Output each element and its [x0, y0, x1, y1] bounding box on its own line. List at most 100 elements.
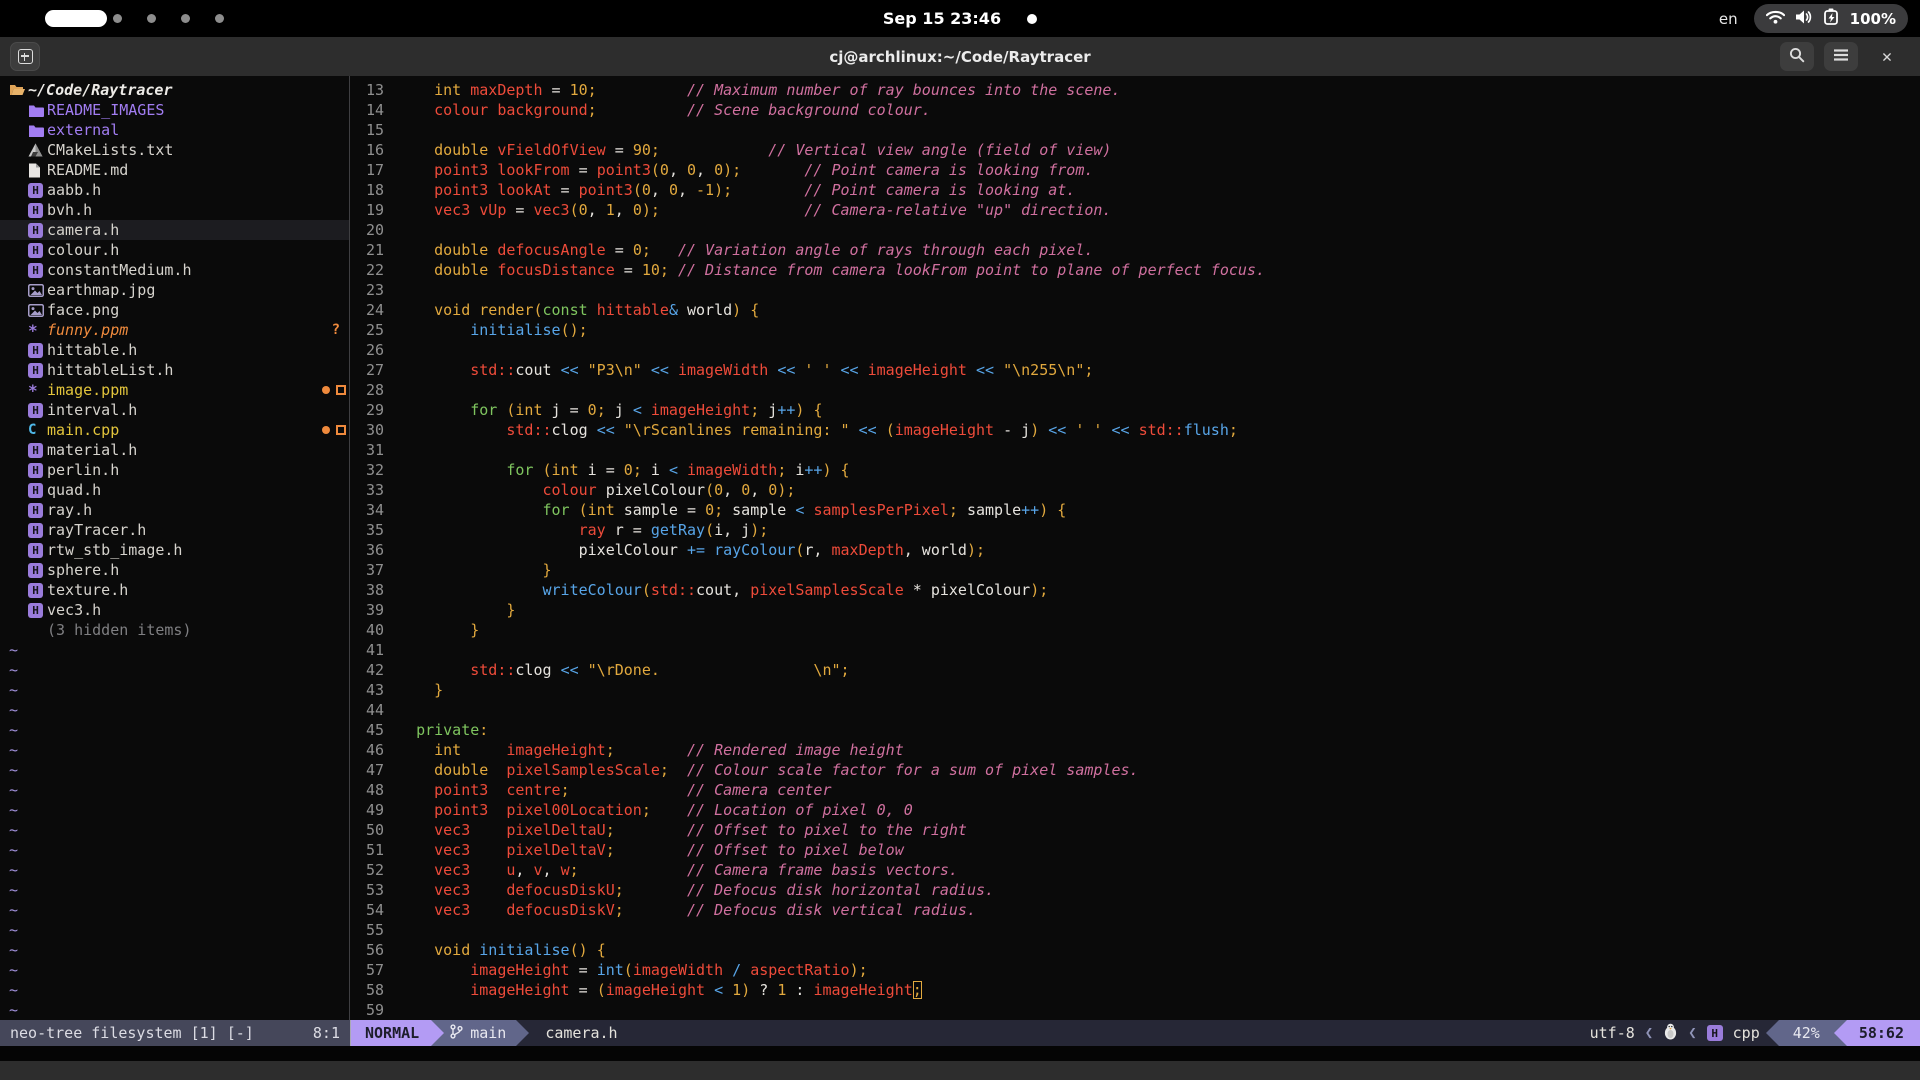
tree-item-external[interactable]: external [0, 120, 349, 140]
tree-item-perlin-h[interactable]: Hperlin.h [0, 460, 349, 480]
code-line-35[interactable]: 35 ray r = getRay(i, j); [350, 520, 1920, 540]
code-editor[interactable]: 13 int maxDepth = 10; // Maximum number … [350, 76, 1920, 1020]
tree-item-constantmedium-h[interactable]: HconstantMedium.h [0, 260, 349, 280]
tree-item-camera-h[interactable]: Hcamera.h [0, 220, 349, 240]
code-line-14[interactable]: 14 colour background; // Scene backgroun… [350, 100, 1920, 120]
tree-item-raytracer-h[interactable]: HrayTracer.h [0, 520, 349, 540]
tree-item-aabb-h[interactable]: Haabb.h [0, 180, 349, 200]
code-line-13[interactable]: 13 int maxDepth = 10; // Maximum number … [350, 80, 1920, 100]
code-line-48[interactable]: 48 point3 centre; // Camera center [350, 780, 1920, 800]
keyboard-layout-indicator[interactable]: en [1719, 10, 1738, 28]
menu-button[interactable] [1824, 42, 1858, 71]
h-file-icon: H [28, 343, 43, 358]
code-line-45[interactable]: 45 private: [350, 720, 1920, 740]
code-line-42[interactable]: 42 std::clog << "\rDone. \n"; [350, 660, 1920, 680]
tree-item--code-raytracer[interactable]: ~/Code/Raytracer [0, 80, 349, 100]
ppm-file-icon: * [28, 381, 47, 400]
code-line-41[interactable]: 41 [350, 640, 1920, 660]
code-line-57[interactable]: 57 imageHeight = int(imageWidth / aspect… [350, 960, 1920, 980]
code-line-47[interactable]: 47 double pixelSamplesScale; // Colour s… [350, 760, 1920, 780]
close-button[interactable]: ✕ [1872, 42, 1902, 71]
tree-item-image-ppm[interactable]: *image.ppm [0, 380, 349, 400]
code-line-38[interactable]: 38 writeColour(std::cout, pixelSamplesSc… [350, 580, 1920, 600]
code-line-55[interactable]: 55 [350, 920, 1920, 940]
code-line-16[interactable]: 16 double vFieldOfView = 90; // Vertical… [350, 140, 1920, 160]
clock[interactable]: Sep 15 23:46 [883, 9, 1001, 28]
code-line-49[interactable]: 49 point3 pixel00Location; // Location o… [350, 800, 1920, 820]
code-line-59[interactable]: 59 [350, 1000, 1920, 1020]
code-line-44[interactable]: 44 [350, 700, 1920, 720]
tree-item--3-hidden-items-[interactable]: (3 hidden items) [0, 620, 349, 640]
code-line-33[interactable]: 33 colour pixelColour(0, 0, 0); [350, 480, 1920, 500]
tree-item-cmakelists-txt[interactable]: CMakeLists.txt [0, 140, 349, 160]
code-line-17[interactable]: 17 point3 lookFrom = point3(0, 0, 0); //… [350, 160, 1920, 180]
code-line-54[interactable]: 54 vec3 defocusDiskV; // Defocus disk ve… [350, 900, 1920, 920]
code-line-text: int maxDepth = 10; // Maximum number of … [398, 80, 1120, 100]
tree-item-texture-h[interactable]: Htexture.h [0, 580, 349, 600]
tree-item-hittable-h[interactable]: Hhittable.h [0, 340, 349, 360]
code-line-20[interactable]: 20 [350, 220, 1920, 240]
code-line-31[interactable]: 31 [350, 440, 1920, 460]
code-line-53[interactable]: 53 vec3 defocusDiskU; // Defocus disk ho… [350, 880, 1920, 900]
search-button[interactable] [1780, 42, 1814, 71]
code-line-29[interactable]: 29 for (int j = 0; j < imageHeight; j++)… [350, 400, 1920, 420]
tree-item-earthmap-jpg[interactable]: earthmap.jpg [0, 280, 349, 300]
notification-dot-icon[interactable] [1027, 14, 1037, 24]
code-line-32[interactable]: 32 for (int i = 0; i < imageWidth; i++) … [350, 460, 1920, 480]
code-line-46[interactable]: 46 int imageHeight; // Rendered image he… [350, 740, 1920, 760]
tree-item-face-png[interactable]: face.png [0, 300, 349, 320]
line-number: 50 [350, 820, 384, 840]
code-line-37[interactable]: 37 } [350, 560, 1920, 580]
code-line-34[interactable]: 34 for (int sample = 0; sample < samples… [350, 500, 1920, 520]
tree-item-interval-h[interactable]: Hinterval.h [0, 400, 349, 420]
tree-item-quad-h[interactable]: Hquad.h [0, 480, 349, 500]
h-file-icon: H [28, 183, 47, 198]
line-number: 33 [350, 480, 384, 500]
code-line-56[interactable]: 56 void initialise() { [350, 940, 1920, 960]
tree-item-hittablelist-h[interactable]: HhittableList.h [0, 360, 349, 380]
tree-item-sphere-h[interactable]: Hsphere.h [0, 560, 349, 580]
search-icon [1789, 47, 1805, 67]
command-line[interactable] [0, 1046, 1920, 1061]
code-line-18[interactable]: 18 point3 lookAt = point3(0, 0, -1); // … [350, 180, 1920, 200]
h-file-icon: H [28, 243, 43, 258]
code-line-36[interactable]: 36 pixelColour += rayColour(r, maxDepth,… [350, 540, 1920, 560]
tree-item-main-cpp[interactable]: Cmain.cpp [0, 420, 349, 440]
code-line-58[interactable]: 58 imageHeight = (imageHeight < 1) ? 1 :… [350, 980, 1920, 1000]
code-line-30[interactable]: 30 std::clog << "\rScanlines remaining: … [350, 420, 1920, 440]
tree-item-material-h[interactable]: Hmaterial.h [0, 440, 349, 460]
tree-item-bvh-h[interactable]: Hbvh.h [0, 200, 349, 220]
code-line-26[interactable]: 26 [350, 340, 1920, 360]
code-line-39[interactable]: 39 } [350, 600, 1920, 620]
tree-item-label: sphere.h [47, 561, 119, 579]
code-line-28[interactable]: 28 [350, 380, 1920, 400]
code-line-27[interactable]: 27 std::cout << "P3\n" << imageWidth << … [350, 360, 1920, 380]
code-line-24[interactable]: 24 void render(const hittable& world) { [350, 300, 1920, 320]
tree-item-ray-h[interactable]: Hray.h [0, 500, 349, 520]
code-line-43[interactable]: 43 } [350, 680, 1920, 700]
git-branch-segment[interactable]: main [444, 1020, 516, 1046]
code-line-23[interactable]: 23 [350, 280, 1920, 300]
tree-item-colour-h[interactable]: Hcolour.h [0, 240, 349, 260]
code-line-19[interactable]: 19 vec3 vUp = vec3(0, 1, 0); // Camera-r… [350, 200, 1920, 220]
code-line-21[interactable]: 21 double defocusAngle = 0; // Variation… [350, 240, 1920, 260]
code-line-40[interactable]: 40 } [350, 620, 1920, 640]
h-file-icon: H [28, 443, 43, 458]
tree-item-rtw-stb-image-h[interactable]: Hrtw_stb_image.h [0, 540, 349, 560]
tree-item-vec3-h[interactable]: Hvec3.h [0, 600, 349, 620]
tree-item-readme-images[interactable]: README_IMAGES [0, 100, 349, 120]
cursor: ; [913, 981, 922, 999]
system-tray[interactable]: 100% [1754, 4, 1908, 33]
tree-item-funny-ppm[interactable]: *funny.ppm? [0, 320, 349, 340]
code-line-text: colour pixelColour(0, 0, 0); [398, 480, 795, 500]
code-line-52[interactable]: 52 vec3 u, v, w; // Camera frame basis v… [350, 860, 1920, 880]
tree-item-readme-md[interactable]: README.md [0, 160, 349, 180]
code-line-50[interactable]: 50 vec3 pixelDeltaU; // Offset to pixel … [350, 820, 1920, 840]
folder-open-root-icon [9, 83, 28, 97]
code-line-22[interactable]: 22 double focusDistance = 10; // Distanc… [350, 260, 1920, 280]
code-line-51[interactable]: 51 vec3 pixelDeltaV; // Offset to pixel … [350, 840, 1920, 860]
code-line-15[interactable]: 15 [350, 120, 1920, 140]
code-line-25[interactable]: 25 initialise(); [350, 320, 1920, 340]
folder-icon [28, 104, 47, 117]
powerline-separator [431, 1020, 444, 1046]
